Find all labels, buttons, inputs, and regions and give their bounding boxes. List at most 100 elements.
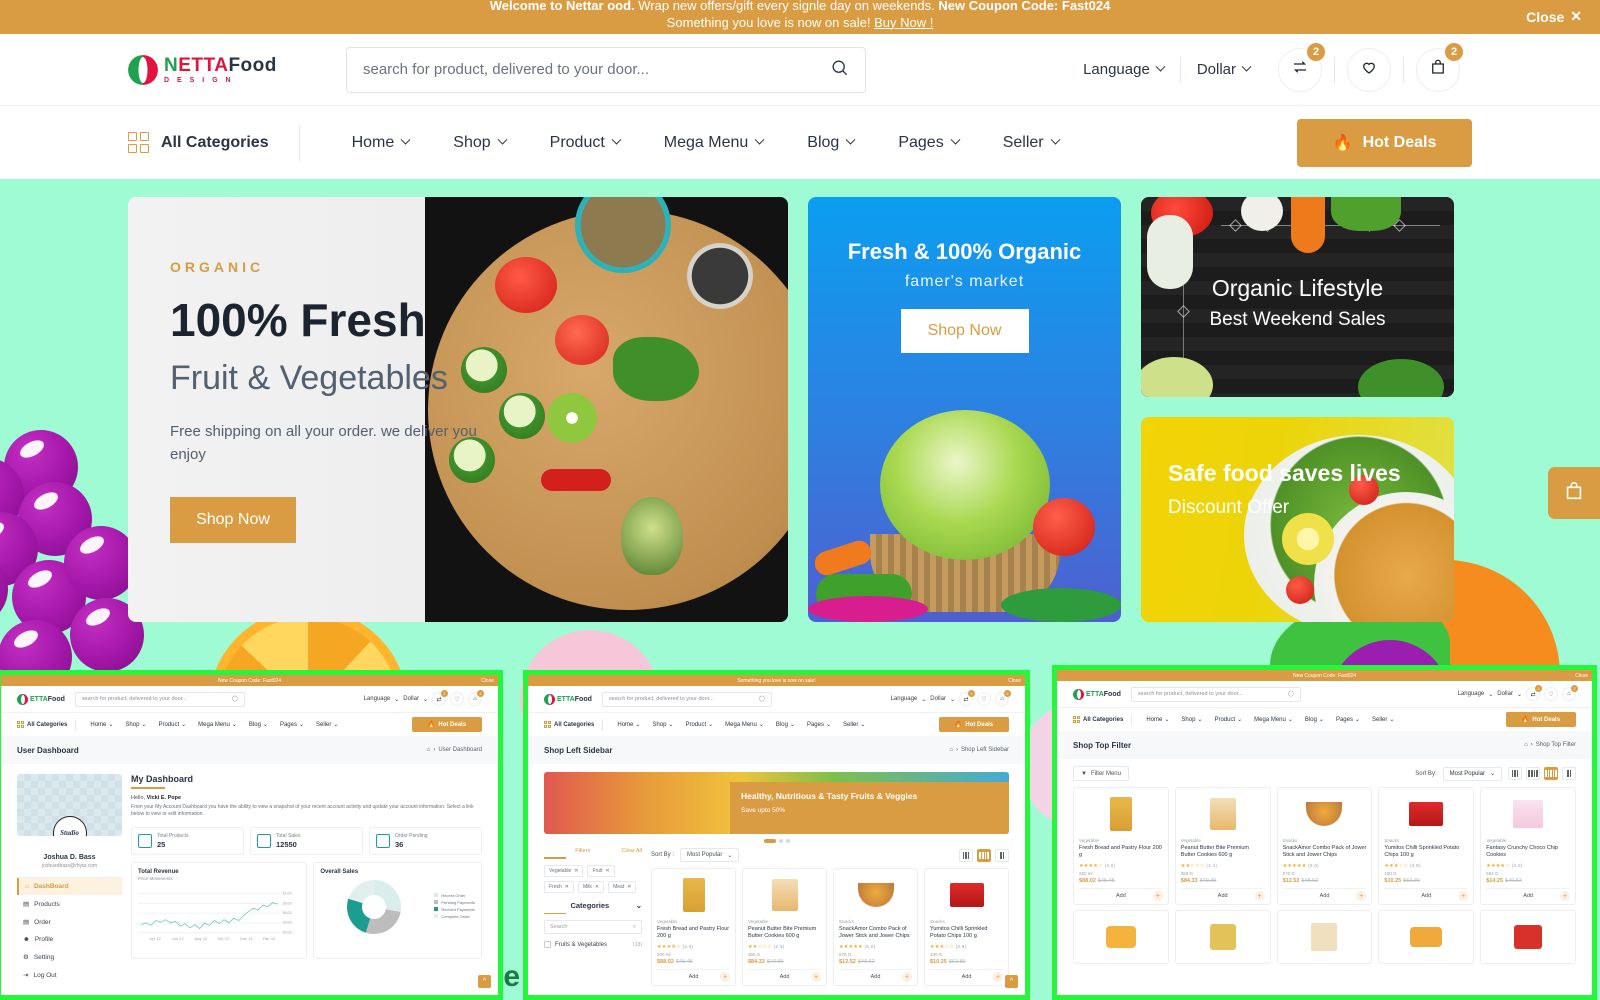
preview-close-label[interactable]: Close [481,678,494,684]
nav-item-home[interactable]: Home ⌄ [84,721,119,729]
close-icon[interactable]: ✕ [595,884,599,890]
add-icon[interactable]: + [902,972,912,982]
product-card[interactable]: Snacks Yumitos Chilli Sprinkled Potato C… [1378,787,1475,905]
hot-deals-button[interactable]: 🔥 Hot Deals [1506,712,1576,727]
nav-item-product[interactable]: Product ⌄ [152,721,192,729]
sidebar-item-setting[interactable]: ⚙ Setting [17,948,122,966]
add-to-cart-label[interactable]: Add [1218,893,1228,899]
nav-item-pages[interactable]: Pages [876,134,980,152]
category-search-input[interactable]: Search ⌕ [544,920,642,934]
view-list-button[interactable] [995,848,1009,862]
promo-buy-now-link[interactable]: Buy Now ! [874,15,933,30]
nav-item-shop[interactable]: Shop ⌄ [646,721,679,729]
add-icon[interactable]: + [1559,891,1570,901]
all-categories-button[interactable]: All Categories [544,721,594,728]
cart-button[interactable]: 2 [1416,42,1463,92]
compare-button[interactable]: 2 [1278,42,1325,92]
cart-button[interactable]: ⌂ 2 [468,690,484,706]
nav-item-mega-menu[interactable]: Mega Menu [642,134,786,152]
checkbox[interactable] [544,941,551,948]
filter-checkbox-item[interactable]: Fruits & Vegetables (13) [544,941,642,948]
nav-item-home[interactable]: Home ⌄ [611,721,646,729]
preview-shop-left-sidebar[interactable]: Something you love is now on sale! Close… [523,670,1030,1000]
sidebar-item-products[interactable]: ▤ Products [17,895,122,913]
view-grid-4-button[interactable] [1526,767,1540,780]
preview-logo[interactable]: ETTAFood [544,693,592,705]
promo-card-lifestyle[interactable]: Organic Lifestyle Best Weekend Sales [1141,197,1454,397]
sidebar-item-logout[interactable]: ⇥ Log Out [17,966,122,984]
preview-shop-top-filter[interactable]: New Coupon Code: Fast024 Close ETTAFood … [1052,665,1597,1000]
currency-label[interactable]: Dollar [930,696,946,702]
nav-item-mega-menu[interactable]: Mega Menu ⌄ [719,721,770,729]
nav-item-blog[interactable]: Blog ⌄ [770,721,801,729]
search-icon[interactable]: ◯ [232,696,238,702]
filter-tag[interactable]: Vegetable ✕ [544,864,584,877]
nav-item-product[interactable]: Product ⌄ [679,721,719,729]
search-box[interactable] [346,46,866,93]
nav-item-product[interactable]: Product [528,134,642,152]
add-icon[interactable]: + [1458,891,1469,901]
product-card[interactable] [1378,910,1475,964]
scroll-to-top-button[interactable]: ^ [478,975,491,988]
home-icon[interactable]: ⌂ [1524,742,1528,748]
preview-logo[interactable]: ETTAFood [17,693,65,705]
compare-button[interactable]: ⇄ 2 [1526,685,1542,701]
language-label[interactable]: Language [1458,691,1485,697]
sidebar-item-order[interactable]: ▤ Order [17,913,122,931]
product-card[interactable]: Vegetable Fantasy Crunchy Choco Chip Coo… [1480,787,1576,905]
hot-deals-button[interactable]: 🔥 Hot Deals [939,717,1009,732]
add-icon[interactable]: + [720,972,730,982]
promo-card-organic[interactable]: Fresh & 100% Organic famer's market Shop… [808,197,1121,622]
promo-card-safefood[interactable]: Safe food saves lives Discount Offer [1141,417,1454,622]
product-card[interactable]: Vegetable Fresh Bread and Pastry Flour 2… [651,868,736,986]
nav-item-seller[interactable]: Seller ⌄ [1366,716,1400,724]
close-icon[interactable]: ✕ [627,884,631,890]
view-list-button[interactable] [1562,767,1576,780]
search-icon[interactable]: ⌕ [633,924,636,931]
home-icon[interactable]: ⌂ [427,747,431,753]
nav-item-shop[interactable]: Shop ⌄ [1175,716,1208,724]
view-grid-3-button[interactable] [1508,767,1522,780]
close-announcement-button[interactable]: Close ✕ [1526,8,1582,25]
nav-item-product[interactable]: Product ⌄ [1208,716,1248,724]
currency-selector[interactable]: Dollar [1181,61,1266,78]
wishlist-button[interactable]: ♡ [450,692,464,706]
nav-item-mega-menu[interactable]: Mega Menu ⌄ [1248,716,1299,724]
chevron-down-icon[interactable]: ⌄ [636,901,642,910]
preview-close-label[interactable]: Close [1575,673,1588,679]
cart-button[interactable]: ⌂ 2 [1562,685,1578,701]
nav-item-blog[interactable]: Blog ⌄ [243,721,274,729]
home-icon[interactable]: ⌂ [949,747,953,753]
close-icon[interactable]: ✕ [605,868,609,874]
floating-cart-button[interactable] [1548,467,1600,519]
language-label[interactable]: Language [364,696,391,702]
language-label[interactable]: Language [891,696,918,702]
sort-select[interactable]: Most Popular ⌄ [1442,766,1502,781]
product-card[interactable]: Snacks SnackAmor Combo Pack of Jower Sti… [1276,787,1373,905]
nav-item-seller[interactable]: Seller [981,134,1081,152]
close-icon[interactable]: ✕ [574,868,578,874]
product-card[interactable] [1480,910,1576,964]
view-grid-4-button[interactable] [977,848,991,862]
nav-item-blog[interactable]: Blog [785,134,876,152]
close-icon[interactable]: ✕ [565,884,569,890]
view-grid-3-button[interactable] [959,848,973,862]
product-card[interactable]: Vegetable Fresh Bread and Pastry Flour 2… [1073,787,1169,905]
nav-item-home[interactable]: Home ⌄ [1140,716,1175,724]
nav-item-blog[interactable]: Blog ⌄ [1299,716,1330,724]
hot-deals-button[interactable]: 🔥 Hot Deals [412,717,482,732]
add-to-cart-label[interactable]: Add [1320,893,1330,899]
preview-search-input[interactable]: search for product, delivered to your do… [1130,686,1301,702]
add-to-cart-label[interactable]: Add [962,974,972,980]
filter-tag[interactable]: Meat ✕ [608,880,637,893]
product-card[interactable] [1073,910,1169,964]
nav-item-mega-menu[interactable]: Mega Menu ⌄ [192,721,243,729]
sidebar-item-dashboard[interactable]: ⌂ DashBoard [17,878,122,895]
product-card[interactable] [1276,910,1373,964]
view-grid-5-button[interactable] [1544,767,1558,780]
cart-button[interactable]: ⌂ 2 [995,690,1011,706]
sort-select[interactable]: Most Popular ⌄ [680,848,740,862]
nav-item-pages[interactable]: Pages ⌄ [1330,716,1366,724]
preview-user-dashboard[interactable]: New Coupon Code: Fast024 Close ETTAFood … [0,670,503,1000]
site-logo[interactable]: NETTAFood D E S I G N [128,54,303,85]
